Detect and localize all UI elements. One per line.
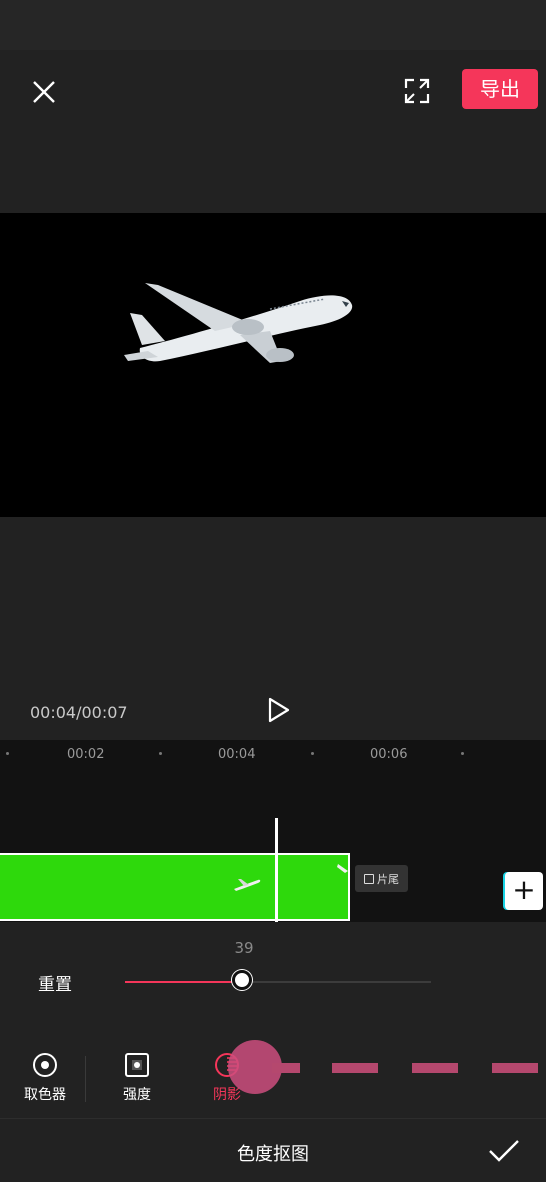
color-picker-icon (33, 1053, 57, 1077)
slider-value: 39 (234, 939, 254, 957)
ruler-tick-label: 00:06 (370, 747, 408, 762)
ruler-dot (311, 752, 314, 755)
ruler-tick-label: 00:02 (67, 747, 105, 762)
close-icon[interactable] (28, 76, 60, 108)
swipe-trail (272, 1063, 300, 1073)
checkmark-icon[interactable] (487, 1137, 521, 1165)
swipe-trail (412, 1063, 458, 1073)
panel-title: 色度抠图 (237, 1144, 309, 1165)
tool-divider (85, 1056, 86, 1102)
slider-fill (125, 981, 243, 983)
play-icon[interactable] (266, 696, 292, 724)
outro-label: 片尾 (377, 872, 399, 886)
clip-thumbnail-airplane (234, 879, 261, 891)
export-button[interactable]: 导出 (462, 69, 538, 109)
tool-label: 取色器 (24, 1087, 66, 1103)
playhead[interactable] (275, 818, 278, 922)
add-clip-button[interactable]: + (505, 872, 543, 910)
ruler-dot (6, 752, 9, 755)
tool-intensity[interactable]: 强度 (102, 1052, 172, 1104)
outro-chip[interactable]: 片尾 (355, 865, 408, 892)
swipe-trail (492, 1063, 538, 1073)
tool-color-picker[interactable]: 取色器 (10, 1052, 80, 1104)
tool-label: 强度 (123, 1087, 151, 1103)
slider-knob[interactable] (232, 970, 252, 990)
outro-play-icon (364, 873, 374, 884)
swipe-trail (332, 1063, 378, 1073)
timeline[interactable]: 00:02 00:04 00:06 片尾 + (0, 740, 546, 922)
ruler-dot (159, 752, 162, 755)
ruler-dot (461, 752, 464, 755)
intensity-icon (125, 1053, 149, 1077)
status-bar (0, 0, 546, 50)
video-clip[interactable] (0, 853, 350, 921)
ruler-tick-label: 00:04 (218, 747, 256, 762)
tool-label: 阴影 (213, 1087, 241, 1103)
time-readout: 00:04/00:07 (30, 703, 128, 722)
video-preview[interactable] (0, 213, 546, 517)
clip-thumbnail-airplane (337, 864, 348, 873)
fullscreen-icon[interactable] (402, 76, 432, 106)
airplane-image (124, 283, 353, 363)
reset-button[interactable]: 重置 (38, 970, 72, 995)
